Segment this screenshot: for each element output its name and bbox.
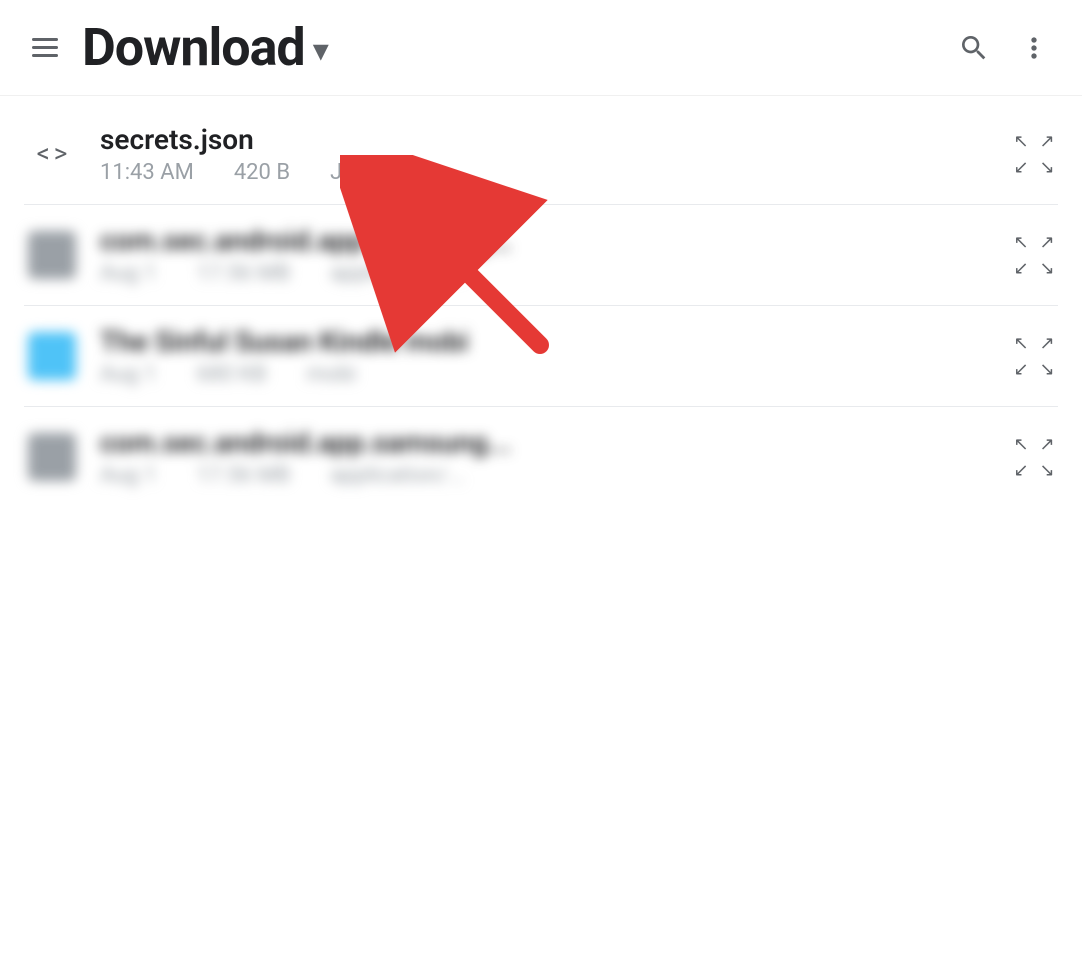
expand-arrow-tr: ↗ [1036, 332, 1058, 354]
file-type: application/... [330, 261, 465, 286]
chevron-left-icon: < [37, 139, 50, 169]
expand-button[interactable]: ↖ ↗ ↙ ↘ [1010, 433, 1058, 481]
file-info: com.sec.android.app.samsung... Aug 1 17.… [100, 426, 994, 488]
expand-arrow-tl: ↖ [1010, 332, 1032, 354]
file-info: The Sinful Susan Kindle mobi Aug 1 680 K… [100, 325, 994, 387]
expand-arrow-bl: ↙ [1010, 257, 1032, 279]
file-type: application/... [330, 463, 465, 488]
expand-arrow-tl: ↖ [1010, 231, 1032, 253]
expand-button[interactable]: ↖ ↗ ↙ ↘ [1010, 332, 1058, 380]
file-icon-gray [24, 429, 80, 485]
file-type: JSON doc... [330, 160, 445, 185]
header-actions [950, 24, 1058, 72]
file-time: 11:43 AM [100, 160, 194, 185]
file-meta: 11:43 AM 420 B JSON doc... [100, 160, 994, 185]
file-meta: Aug 1 680 KB mobi [100, 362, 994, 387]
file-size: 17.56 MB [197, 261, 291, 286]
expand-arrow-tr: ↗ [1036, 433, 1058, 455]
file-size: 420 B [234, 160, 290, 185]
list-item[interactable]: com.sec.android.app.samsung... Aug 1 17.… [0, 407, 1082, 507]
file-list: < > secrets.json 11:43 AM 420 B JSON doc… [0, 96, 1082, 515]
more-options-button[interactable] [1010, 24, 1058, 72]
file-time: Aug 1 [100, 463, 157, 488]
file-icon-code: < > [24, 126, 80, 182]
search-icon [958, 32, 990, 64]
file-icon-blue [24, 328, 80, 384]
file-name: secrets.json [100, 123, 994, 156]
file-meta: Aug 1 17.56 MB application/... [100, 261, 994, 286]
expand-arrow-tr: ↗ [1036, 130, 1058, 152]
app-header: Download ▾ [0, 0, 1082, 96]
expand-arrow-br: ↘ [1036, 257, 1058, 279]
file-name: com.sec.android.app.samsung... [100, 224, 994, 257]
page-title: Download [82, 17, 305, 78]
file-time: Aug 1 [100, 362, 157, 387]
file-icon-gray [24, 227, 80, 283]
expand-arrow-bl: ↙ [1010, 156, 1032, 178]
expand-arrow-tr: ↗ [1036, 231, 1058, 253]
expand-arrow-bl: ↙ [1010, 358, 1032, 380]
list-item[interactable]: com.sec.android.app.samsung... Aug 1 17.… [0, 205, 1082, 305]
list-item[interactable]: < > secrets.json 11:43 AM 420 B JSON doc… [0, 104, 1082, 204]
expand-button[interactable]: ↖ ↗ ↙ ↘ [1010, 130, 1058, 178]
expand-arrow-br: ↘ [1036, 358, 1058, 380]
chevron-down-icon[interactable]: ▾ [313, 31, 329, 69]
expand-arrow-tl: ↖ [1010, 130, 1032, 152]
title-group: Download ▾ [82, 17, 950, 78]
file-size: 17.56 MB [197, 463, 291, 488]
file-info: com.sec.android.app.samsung... Aug 1 17.… [100, 224, 994, 286]
search-button[interactable] [950, 24, 998, 72]
expand-button[interactable]: ↖ ↗ ↙ ↘ [1010, 231, 1058, 279]
file-name: com.sec.android.app.samsung... [100, 426, 994, 459]
file-info: secrets.json 11:43 AM 420 B JSON doc... [100, 123, 994, 185]
list-item[interactable]: The Sinful Susan Kindle mobi Aug 1 680 K… [0, 306, 1082, 406]
expand-arrow-tl: ↖ [1010, 433, 1032, 455]
expand-arrow-br: ↘ [1036, 156, 1058, 178]
expand-arrow-bl: ↙ [1010, 459, 1032, 481]
expand-arrow-br: ↘ [1036, 459, 1058, 481]
file-name: The Sinful Susan Kindle mobi [100, 325, 994, 358]
chevron-right-icon: > [54, 139, 68, 169]
file-size: 680 KB [197, 362, 267, 387]
more-vertical-icon [1018, 32, 1050, 64]
file-time: Aug 1 [100, 261, 157, 286]
file-meta: Aug 1 17.56 MB application/... [100, 463, 994, 488]
menu-button[interactable] [24, 30, 66, 65]
file-type: mobi [307, 362, 357, 387]
